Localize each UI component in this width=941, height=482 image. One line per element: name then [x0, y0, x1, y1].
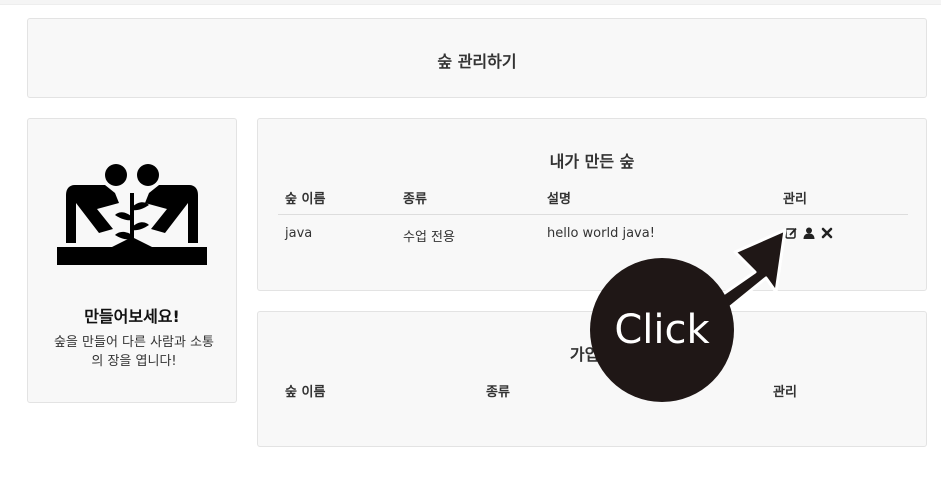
create-title: 만들어보세요!: [84, 307, 180, 326]
create-forest-card[interactable]: 만들어보세요! 숲을 만들어 다른 사람과 소통의 장을 엽니다!: [27, 118, 237, 403]
joined-column-header-name: 숲 이름: [285, 385, 326, 400]
top-border: [0, 0, 941, 5]
click-label: Click: [614, 307, 710, 353]
joined-column-header-type: 종류: [486, 385, 510, 400]
column-header-description: 설명: [547, 192, 571, 207]
page-title: 숲 관리하기: [437, 52, 517, 71]
people-planting-icon: [57, 164, 207, 265]
user-icon[interactable]: [803, 227, 815, 239]
column-header-type: 종류: [403, 192, 427, 207]
column-header-manage: 관리: [783, 192, 807, 207]
my-forests-title: 내가 만든 숲: [549, 152, 635, 171]
forest-description-cell: hello world java!: [547, 226, 655, 241]
header-panel: 숲 관리하기: [27, 18, 927, 98]
delete-icon[interactable]: [821, 227, 833, 239]
edit-icon[interactable]: [785, 227, 797, 239]
create-description: 숲을 만들어 다른 사람과 소통의 장을 엽니다!: [53, 335, 215, 369]
table-header-divider: [278, 214, 908, 215]
joined-column-header-manage: 관리: [773, 385, 797, 400]
column-header-name: 숲 이름: [285, 192, 326, 207]
forest-name-cell[interactable]: java: [285, 226, 312, 241]
forest-type-cell: 수업 전용: [403, 230, 455, 245]
